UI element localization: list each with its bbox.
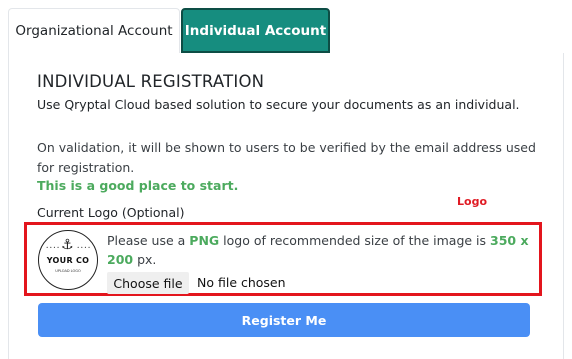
hint-suffix: px. bbox=[133, 252, 157, 267]
logo-label: Current Logo (Optional) bbox=[37, 205, 185, 220]
hint-format: PNG bbox=[189, 233, 220, 248]
good-place-text: This is a good place to start. bbox=[37, 178, 239, 193]
tab-individual-account[interactable]: Individual Account bbox=[181, 8, 330, 53]
account-tabs: Organizational Account Individual Accoun… bbox=[0, 0, 572, 53]
logo-preview-subtext: UPLOAD LOGO bbox=[55, 269, 81, 273]
page-subtitle: Use Qryptal Cloud based solution to secu… bbox=[37, 97, 520, 112]
tab-organizational-account[interactable]: Organizational Account bbox=[8, 8, 180, 53]
anchor-icon: ⚓ bbox=[61, 237, 74, 253]
register-button[interactable]: Register Me bbox=[38, 303, 530, 337]
logo-dots-left: • • • • bbox=[46, 245, 60, 250]
logo-dots-right: • • • • bbox=[77, 245, 91, 250]
choose-file-button[interactable]: Choose file bbox=[107, 272, 189, 294]
file-status: No file chosen bbox=[197, 275, 286, 290]
hint-mid: logo of recommended size of the image is bbox=[219, 233, 491, 248]
hint-prefix: Please use a bbox=[107, 233, 190, 248]
page-title: INDIVIDUAL REGISTRATION bbox=[37, 72, 265, 91]
logo-preview: ⚓ • • • • • • • • YOUR CO UPLOAD LOGO bbox=[38, 230, 98, 290]
logo-preview-text: YOUR CO bbox=[46, 256, 90, 265]
logo-annotation: Logo bbox=[457, 195, 487, 208]
validation-note: On validation, it will be shown to users… bbox=[37, 140, 536, 175]
logo-hint: Please use a PNG logo of recommended siz… bbox=[107, 231, 535, 269]
